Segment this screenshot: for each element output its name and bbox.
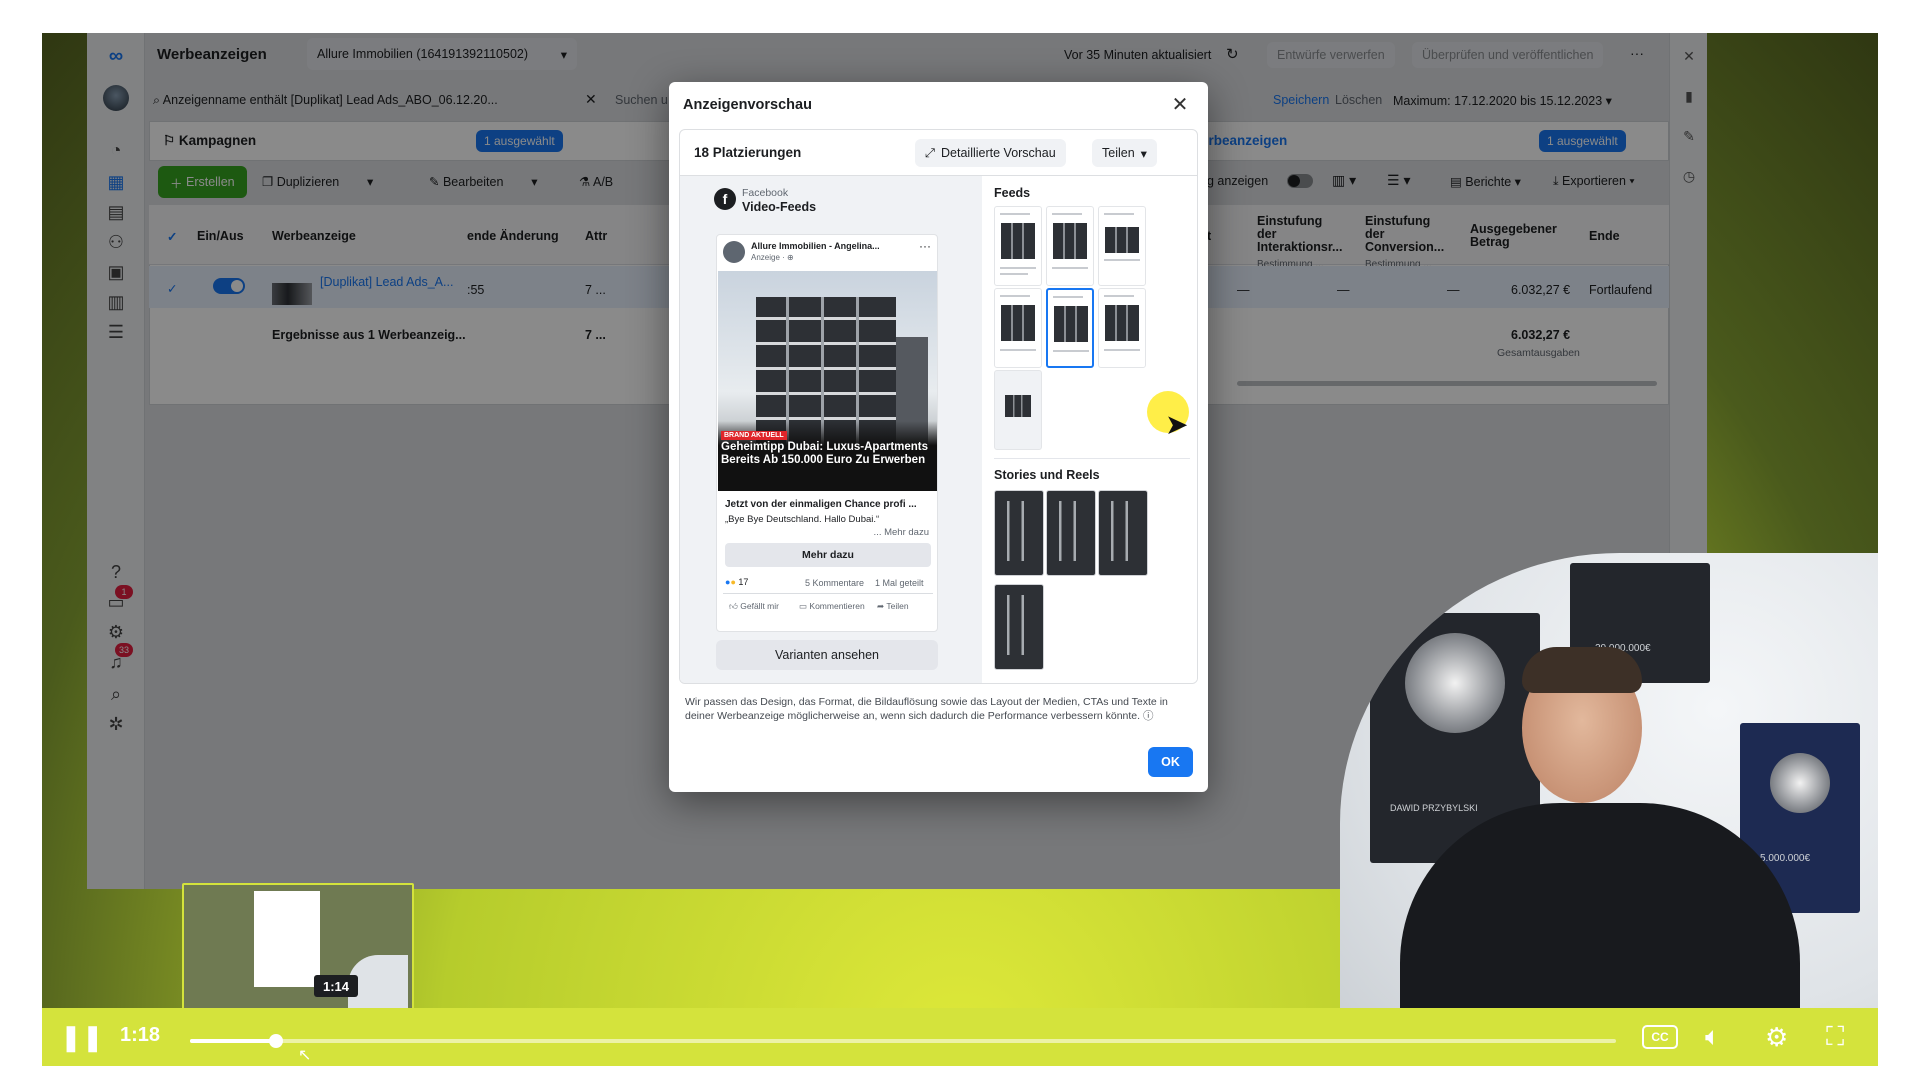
- chevron-down-icon: ▾: [1140, 146, 1147, 161]
- plaque-text-1: DAWID PRZYBYLSKI: [1390, 803, 1478, 813]
- share-label: Teilen: [886, 601, 909, 611]
- fullscreen-icon[interactable]: ⛶: [1826, 1020, 1844, 1054]
- post-reactions: ●● 17: [725, 577, 748, 587]
- presenter-hair: [1522, 647, 1642, 693]
- reaction-count: 17: [738, 577, 749, 587]
- post-shares: 1 Mal geteilt: [875, 578, 924, 588]
- ok-button[interactable]: OK: [1148, 747, 1193, 777]
- scrub-preview: [182, 883, 414, 1013]
- laugh-reaction-icon: ●: [730, 577, 736, 587]
- feeds-heading: Feeds: [994, 186, 1031, 200]
- progress-knob[interactable]: [268, 1034, 283, 1048]
- post-comments: 5 Kommentare: [805, 578, 865, 588]
- story-thumb-3[interactable]: [1098, 490, 1148, 576]
- video-stage: ∞ ◔ ▦ ▤ ⚇ ▣ ▥ ☰ ? ▭ 1 ⚙ ♫ 33 ⌕ ✲ ✕ ▮ ✎ ◷…: [42, 33, 1878, 1066]
- more-icon[interactable]: ···: [919, 239, 931, 253]
- story-thumb-1[interactable]: [994, 490, 1044, 576]
- feed-thumb-1[interactable]: [994, 206, 1042, 286]
- feed-thumb-selected[interactable]: [1046, 288, 1094, 368]
- section-divider: [994, 458, 1190, 459]
- post-like-button[interactable]: 👍︎ Gefällt mir: [729, 601, 779, 612]
- webcam-overlay: DAWID PRZYBYLSKI 20.000.000€ 5.000.000€: [1340, 553, 1878, 1066]
- feed-thumb-3[interactable]: [1098, 206, 1146, 286]
- pointer-cursor-icon: ↖: [298, 1047, 312, 1064]
- platform-label: Facebook: [742, 187, 789, 199]
- optimization-note: Wir passen das Design, das Format, die B…: [685, 695, 1185, 723]
- preview-time: 1:14: [314, 975, 358, 997]
- post-more-link[interactable]: ... Mehr dazu: [874, 527, 929, 538]
- current-time: 1:18: [120, 1024, 161, 1046]
- share-button[interactable]: Teilen ▾: [1092, 139, 1157, 167]
- progress-bar[interactable]: [190, 1034, 1616, 1048]
- feed-thumb-4[interactable]: [994, 288, 1042, 368]
- post-divider: [723, 593, 933, 594]
- feed-thumb-6[interactable]: [1098, 288, 1146, 368]
- expand-icon: ⤢: [925, 145, 936, 160]
- story-thumb-4[interactable]: [994, 584, 1044, 670]
- close-icon[interactable]: ✕: [1168, 92, 1192, 116]
- captions-icon[interactable]: CC: [1642, 1020, 1678, 1054]
- progress-fill: [190, 1039, 276, 1043]
- detailed-preview-label: Detaillierte Vorschau: [941, 146, 1056, 160]
- share-label: Teilen: [1102, 146, 1135, 160]
- post-text-1: Jetzt von der einmaligen Chance profi ..…: [725, 499, 917, 510]
- pause-icon[interactable]: ❚❚: [60, 1020, 104, 1054]
- player-controls: ❚❚ 1:18 CC 🔈︎ ⚙ ⛶: [42, 1008, 1878, 1066]
- image-badge: BRAND AKTUELL: [721, 431, 787, 440]
- ad-image: BRAND AKTUELL Geheimtipp Dubai: Luxus-Ap…: [718, 271, 937, 491]
- page-avatar: [723, 241, 745, 263]
- story-thumb-2[interactable]: [1046, 490, 1096, 576]
- share-icon: ➦: [877, 601, 887, 611]
- placement-label: Video-Feeds: [742, 200, 817, 214]
- preview-left-pane: f Facebook Video-Feeds Allure Immobilien…: [680, 176, 982, 683]
- volume-icon[interactable]: 🔈︎: [1705, 1020, 1721, 1054]
- post-cta-button[interactable]: Mehr dazu: [725, 543, 931, 567]
- info-icon[interactable]: ⓘ: [1143, 710, 1154, 722]
- like-label: Gefällt mir: [740, 601, 779, 611]
- modal-title: Anzeigenvorschau: [683, 97, 812, 113]
- post-page-name: Allure Immobilien - Angelina...: [751, 241, 880, 251]
- optimization-note-text: Wir passen das Design, das Format, die B…: [685, 696, 1168, 722]
- post-text-2: „Bye Bye Deutschland. Hallo Dubai.“: [725, 514, 880, 525]
- plaque-text-2: 5.000.000€: [1760, 853, 1811, 864]
- feed-thumb-7[interactable]: [994, 370, 1042, 450]
- cursor-icon: ➤: [1165, 409, 1189, 440]
- stories-heading: Stories und Reels: [994, 468, 1100, 482]
- comment-icon: ▭: [799, 601, 810, 611]
- post-sponsored: Anzeige · ⊕: [751, 253, 794, 262]
- variants-button[interactable]: Varianten ansehen: [716, 640, 938, 670]
- ad-preview-modal: Anzeigenvorschau ✕ 18 Platzierungen ⤢ Det…: [669, 82, 1208, 792]
- image-headline: Geheimtipp Dubai: Luxus-Apartments Berei…: [721, 441, 929, 466]
- ad-post-preview: Allure Immobilien - Angelina... Anzeige …: [716, 234, 938, 632]
- comment-label: Kommentieren: [809, 601, 865, 611]
- thumbs-up-icon: 👍︎: [729, 601, 741, 611]
- preview-panel: 18 Platzierungen ⤢ Detaillierte Vorschau …: [679, 129, 1198, 684]
- post-share-button[interactable]: ➦ Teilen: [877, 601, 909, 612]
- preview-modal: [254, 891, 320, 987]
- settings-icon[interactable]: ⚙: [1765, 1020, 1788, 1054]
- facebook-icon: f: [714, 188, 736, 210]
- preview-header: 18 Platzierungen ⤢ Detaillierte Vorschau …: [680, 130, 1197, 176]
- post-comment-button[interactable]: ▭ Kommentieren: [799, 601, 865, 612]
- feed-thumb-2[interactable]: [1046, 206, 1094, 286]
- detailed-preview-button[interactable]: ⤢ Detaillierte Vorschau: [915, 139, 1066, 167]
- placements-count: 18 Platzierungen: [694, 145, 802, 160]
